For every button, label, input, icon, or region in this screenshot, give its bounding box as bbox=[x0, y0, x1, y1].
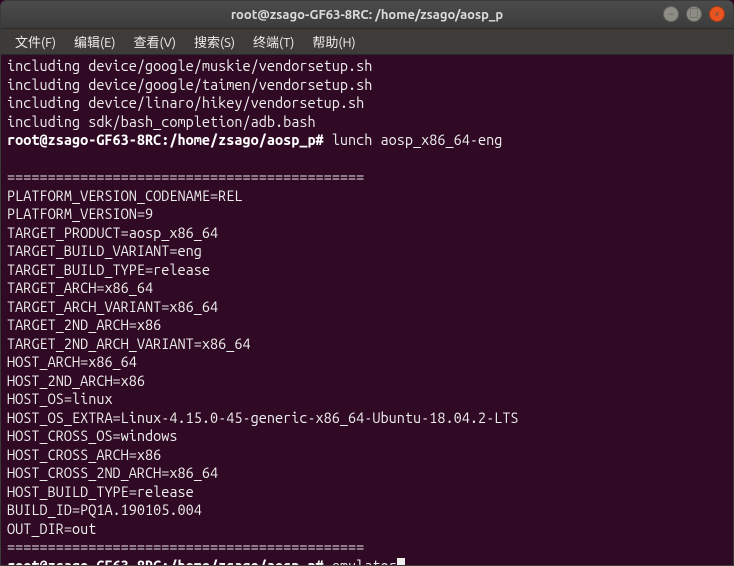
minimize-button[interactable]: − bbox=[663, 6, 679, 22]
menu-view[interactable]: 查看(V) bbox=[126, 30, 184, 53]
command: emulator bbox=[332, 557, 397, 566]
build-var: TARGET_ARCH_VARIANT=x86_64 bbox=[7, 298, 218, 315]
build-var: HOST_ARCH=x86_64 bbox=[7, 353, 137, 370]
prompt: root@zsago-GF63-8RC:/home/zsago/aosp_p# bbox=[7, 131, 324, 148]
close-button[interactable]: × bbox=[709, 6, 725, 22]
output-line: including device/linaro/hikey/vendorsetu… bbox=[7, 94, 364, 111]
build-var: HOST_BUILD_TYPE=release bbox=[7, 483, 194, 500]
separator: ========================================… bbox=[7, 538, 364, 555]
menu-help[interactable]: 帮助(H) bbox=[304, 30, 363, 53]
maximize-button[interactable]: □ bbox=[686, 6, 702, 22]
build-var: TARGET_2ND_ARCH_VARIANT=x86_64 bbox=[7, 335, 251, 352]
terminal-area[interactable]: including device/google/muskie/vendorset… bbox=[1, 55, 733, 565]
command: lunch aosp_x86_64-eng bbox=[332, 131, 503, 148]
build-var: PLATFORM_VERSION=9 bbox=[7, 205, 153, 222]
output-line: including device/google/muskie/vendorset… bbox=[7, 57, 372, 74]
menubar: 文件(F) 编辑(E) 查看(V) 搜索(S) 终端(T) 帮助(H) bbox=[1, 29, 733, 55]
build-var: BUILD_ID=PQ1A.190105.004 bbox=[7, 501, 202, 518]
build-var: OUT_DIR=out bbox=[7, 520, 96, 537]
build-var: TARGET_2ND_ARCH=x86 bbox=[7, 316, 161, 333]
build-var: TARGET_BUILD_TYPE=release bbox=[7, 261, 210, 278]
separator: ========================================… bbox=[7, 168, 364, 185]
build-var: TARGET_PRODUCT=aosp_x86_64 bbox=[7, 224, 218, 241]
titlebar: root@zsago-GF63-8RC: /home/zsago/aosp_p … bbox=[1, 1, 733, 29]
build-var: TARGET_BUILD_VARIANT=eng bbox=[7, 242, 202, 259]
output-line: including sdk/bash_completion/adb.bash bbox=[7, 113, 316, 130]
menu-file[interactable]: 文件(F) bbox=[7, 30, 64, 53]
build-var: TARGET_ARCH=x86_64 bbox=[7, 279, 153, 296]
window-title: root@zsago-GF63-8RC: /home/zsago/aosp_p bbox=[231, 8, 503, 22]
build-var: HOST_CROSS_ARCH=x86 bbox=[7, 446, 161, 463]
cursor bbox=[397, 558, 405, 566]
menu-terminal[interactable]: 终端(T) bbox=[245, 30, 302, 53]
build-var: HOST_CROSS_2ND_ARCH=x86_64 bbox=[7, 464, 218, 481]
build-var: HOST_2ND_ARCH=x86 bbox=[7, 372, 145, 389]
build-var: HOST_OS_EXTRA=Linux-4.15.0-45-generic-x8… bbox=[7, 409, 519, 426]
output-line: including device/google/taimen/vendorset… bbox=[7, 76, 372, 93]
build-var: HOST_OS=linux bbox=[7, 390, 113, 407]
build-var: HOST_CROSS_OS=windows bbox=[7, 427, 178, 444]
menu-search[interactable]: 搜索(S) bbox=[186, 30, 243, 53]
menu-edit[interactable]: 编辑(E) bbox=[66, 30, 123, 53]
terminal-window: root@zsago-GF63-8RC: /home/zsago/aosp_p … bbox=[0, 0, 734, 566]
prompt: root@zsago-GF63-8RC:/home/zsago/aosp_p# bbox=[7, 557, 324, 566]
build-var: PLATFORM_VERSION_CODENAME=REL bbox=[7, 187, 242, 204]
window-controls: − □ × bbox=[663, 6, 725, 22]
